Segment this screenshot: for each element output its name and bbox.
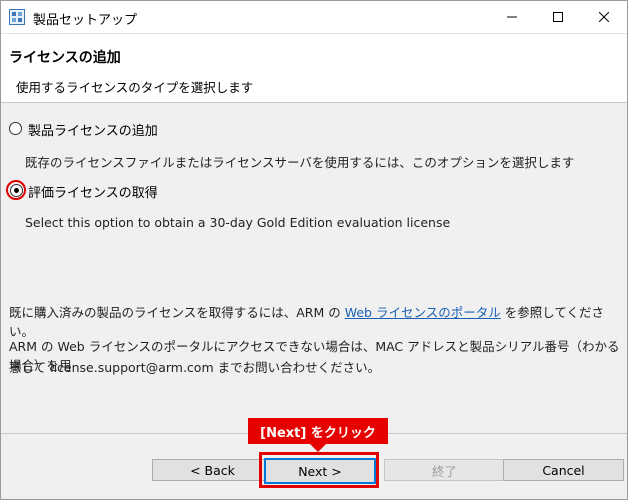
minimize-icon — [507, 16, 517, 18]
wizard-header: ライセンスの追加 使用するライセンスのタイプを選択します — [1, 34, 627, 103]
cancel-button[interactable]: Cancel — [503, 459, 624, 481]
minimize-button[interactable] — [489, 1, 535, 33]
info-paragraph-support-line2: 意して license.support@arm.com までお問い合わせください… — [9, 360, 381, 375]
maximize-button[interactable] — [535, 1, 581, 33]
click-next-callout: [Next] をクリック — [248, 418, 388, 452]
page-title: ライセンスの追加 — [9, 50, 121, 66]
radio-highlight-circle — [6, 180, 26, 200]
page-subtitle: 使用するライセンスのタイプを選択します — [16, 80, 254, 95]
setup-app-icon — [9, 9, 25, 25]
next-button-highlight — [259, 452, 379, 488]
setup-window: 製品セットアップ ライセンスの追加 使用するライセンスのタイプを選択します 製品… — [0, 0, 628, 500]
option-description-get-evaluation-license: Select this option to obtain a 30-day Go… — [25, 215, 451, 230]
web-license-portal-link[interactable]: Web ライセンスのポータル — [345, 305, 501, 320]
info-text-before-link: 既に購入済みの製品のライセンスを取得するには、ARM の — [9, 305, 345, 320]
info-paragraph-portal: 既に購入済みの製品のライセンスを取得するには、ARM の Web ライセンスのポ… — [9, 302, 627, 340]
finish-button[interactable]: 終了 — [384, 459, 505, 481]
title-bar: 製品セットアップ — [1, 1, 627, 34]
close-icon — [599, 12, 609, 22]
license-options-panel: 製品ライセンスの追加 既存のライセンスファイルまたはライセンスサーバを使用するに… — [1, 103, 627, 433]
option-label-add-product-license[interactable]: 製品ライセンスの追加 — [28, 120, 158, 139]
back-button[interactable]: < Back — [152, 459, 273, 481]
window-title: 製品セットアップ — [33, 13, 138, 28]
option-label-get-evaluation-license[interactable]: 評価ライセンスの取得 — [28, 182, 158, 201]
option-description-add-product-license: 既存のライセンスファイルまたはライセンスサーバを使用するには、このオプションを選… — [25, 155, 575, 170]
radio-add-product-license[interactable] — [9, 122, 22, 135]
close-button[interactable] — [581, 1, 627, 33]
maximize-icon — [553, 12, 563, 22]
